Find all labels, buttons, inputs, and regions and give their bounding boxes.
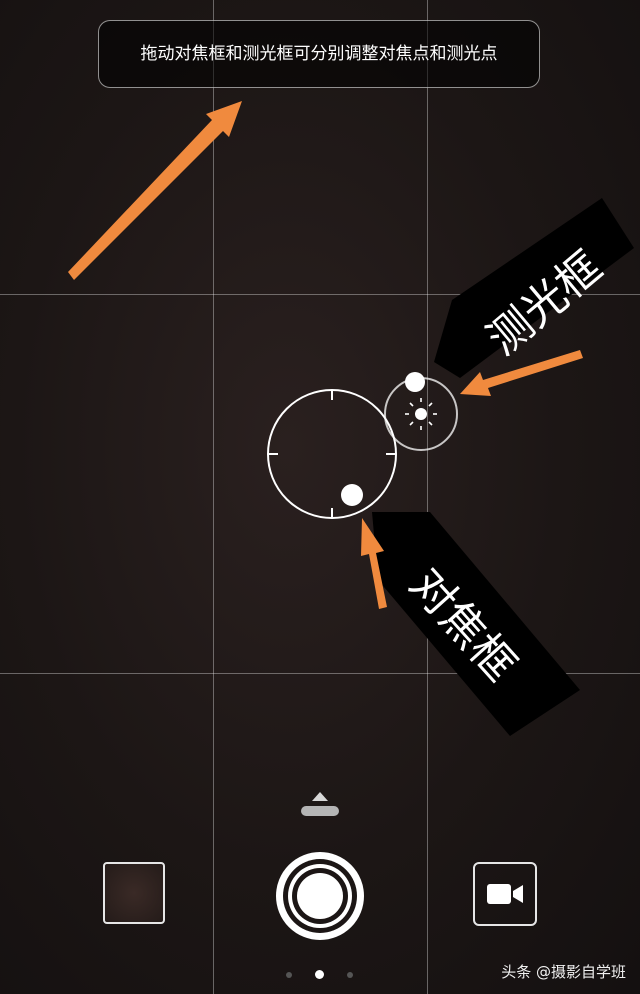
gallery-thumbnail[interactable] [103,862,165,924]
watermark: 头条 @摄影自学班 [501,963,626,981]
video-camera-icon [487,884,523,904]
viewfinder-overlay [68,101,634,736]
focus-ring-icon[interactable] [267,389,397,519]
page-indicator-dot [347,972,353,978]
page-indicator-dot-active [315,970,324,979]
shutter-button[interactable] [276,852,364,940]
chevron-up-icon[interactable] [312,792,328,801]
hint-arrow [68,101,242,280]
metering-drag-handle [405,372,425,392]
video-mode-button[interactable] [473,862,537,926]
mode-drawer-handle[interactable] [301,806,339,816]
page-indicator-dot [286,972,292,978]
metering-ring[interactable] [384,372,458,451]
focus-drag-handle [341,484,363,506]
